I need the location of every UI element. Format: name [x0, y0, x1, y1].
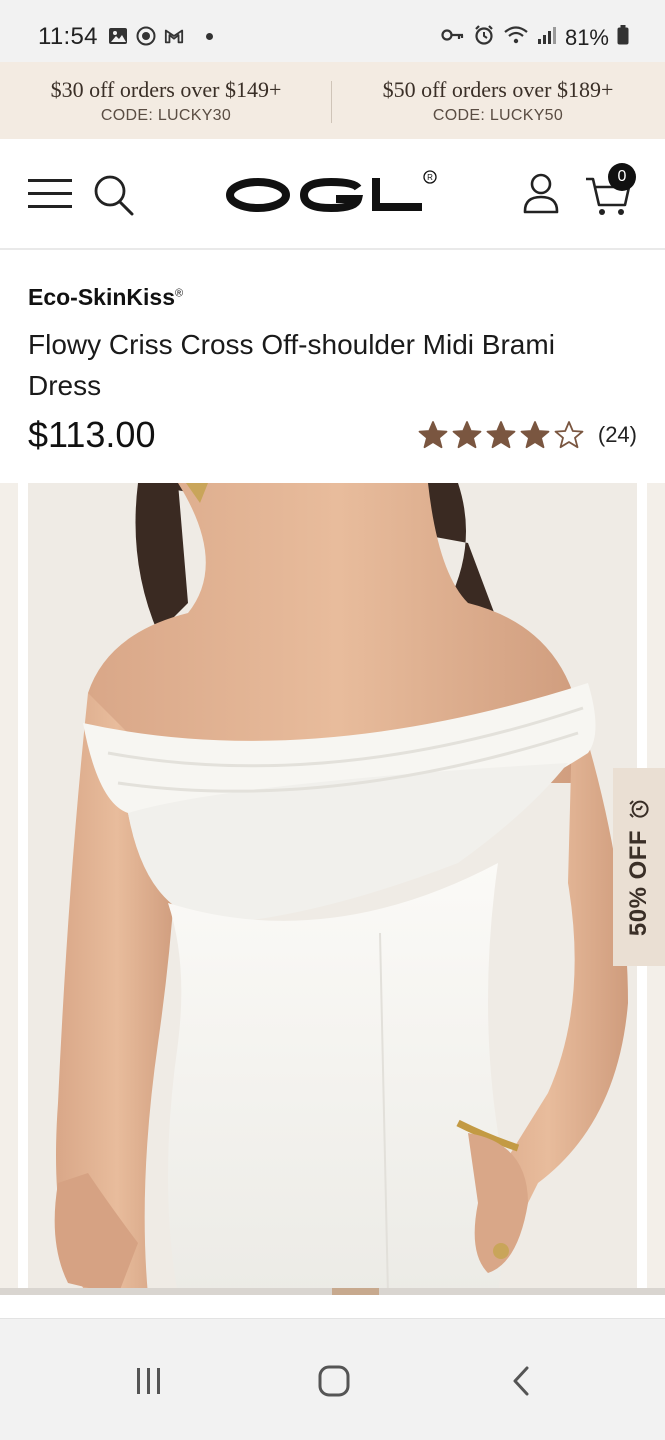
review-count: (24): [597, 422, 637, 447]
wifi-icon: [503, 25, 529, 50]
status-icons-left: [108, 26, 213, 46]
battery-percent: 81%: [564, 24, 609, 50]
gallery-icon: [108, 26, 128, 46]
account-button[interactable]: [520, 171, 562, 217]
back-button[interactable]: [491, 1361, 551, 1401]
star-filled-icon: [486, 421, 516, 449]
home-icon: [318, 1365, 350, 1397]
cart-count-badge: 0: [608, 163, 636, 191]
star-filled-icon: [520, 421, 550, 449]
promo-offer: $30 off orders over $149+: [50, 77, 282, 102]
menu-icon: [28, 179, 72, 182]
search-button[interactable]: [92, 173, 136, 219]
gmail-icon: [164, 26, 184, 46]
status-bar: 11:54 81%: [0, 0, 665, 62]
battery-icon: [617, 25, 629, 50]
cart-button[interactable]: 0: [584, 163, 636, 221]
ogl-logo[interactable]: R: [226, 169, 438, 219]
promo-item-lucky50[interactable]: $50 off orders over $189+ CODE: LUCKY50: [332, 62, 664, 139]
product-brand[interactable]: Eco-SkinKiss®: [28, 284, 183, 311]
promo-code: CODE: LUCKY30: [100, 107, 232, 124]
account-icon: [523, 173, 559, 214]
menu-icon-bar: [28, 205, 72, 208]
ogl-logo-mark: R: [226, 170, 437, 213]
alarm-icon: [473, 24, 495, 51]
promo-offer: $50 off orders over $189+: [382, 77, 614, 102]
search-icon: [94, 175, 134, 216]
product-gallery[interactable]: [0, 483, 665, 1295]
product-image[interactable]: [28, 483, 637, 1295]
status-icons-right: 81%: [441, 24, 629, 51]
star-filled-icon: [418, 421, 448, 449]
recents-button[interactable]: [119, 1361, 179, 1401]
back-icon: [513, 1366, 529, 1396]
gallery-progress-thumb[interactable]: [332, 1288, 379, 1295]
svg-text:R: R: [427, 173, 433, 182]
gallery-prev-image[interactable]: [0, 483, 18, 1295]
promo-banner[interactable]: $30 off orders over $149+ CODE: LUCKY30 …: [0, 62, 665, 139]
menu-button[interactable]: [28, 177, 74, 211]
status-time: 11:54: [38, 23, 98, 50]
product-photo: [28, 483, 637, 1295]
star-filled-icon: [452, 421, 482, 449]
brand-name: Eco-SkinKiss: [28, 284, 175, 310]
recents-icon: [137, 1368, 160, 1394]
vpn-icon: [136, 26, 156, 46]
brand-registered-mark: ®: [175, 287, 184, 300]
product-rating[interactable]: (24): [418, 420, 637, 450]
promo-item-lucky30[interactable]: $30 off orders over $149+ CODE: LUCKY30: [0, 62, 332, 139]
alarm-clock-icon: [629, 800, 649, 818]
product-title: Flowy Criss Cross Off-shoulder Midi Bram…: [28, 329, 555, 401]
home-button[interactable]: [304, 1361, 364, 1401]
key-icon: [441, 27, 465, 48]
menu-icon-bar: [28, 192, 72, 195]
notification-dot: [206, 32, 213, 40]
discount-tab[interactable]: 50% OFF: [613, 768, 665, 966]
system-nav-bar: [0, 1318, 665, 1440]
signal-icon: [537, 25, 557, 50]
site-header: R 0: [0, 139, 665, 250]
star-empty-icon: [554, 421, 584, 449]
promo-divider: [331, 81, 332, 123]
promo-code: CODE: LUCKY50: [432, 107, 564, 124]
discount-label: 50% OFF: [625, 829, 653, 937]
product-price: $113.00: [28, 414, 156, 455]
